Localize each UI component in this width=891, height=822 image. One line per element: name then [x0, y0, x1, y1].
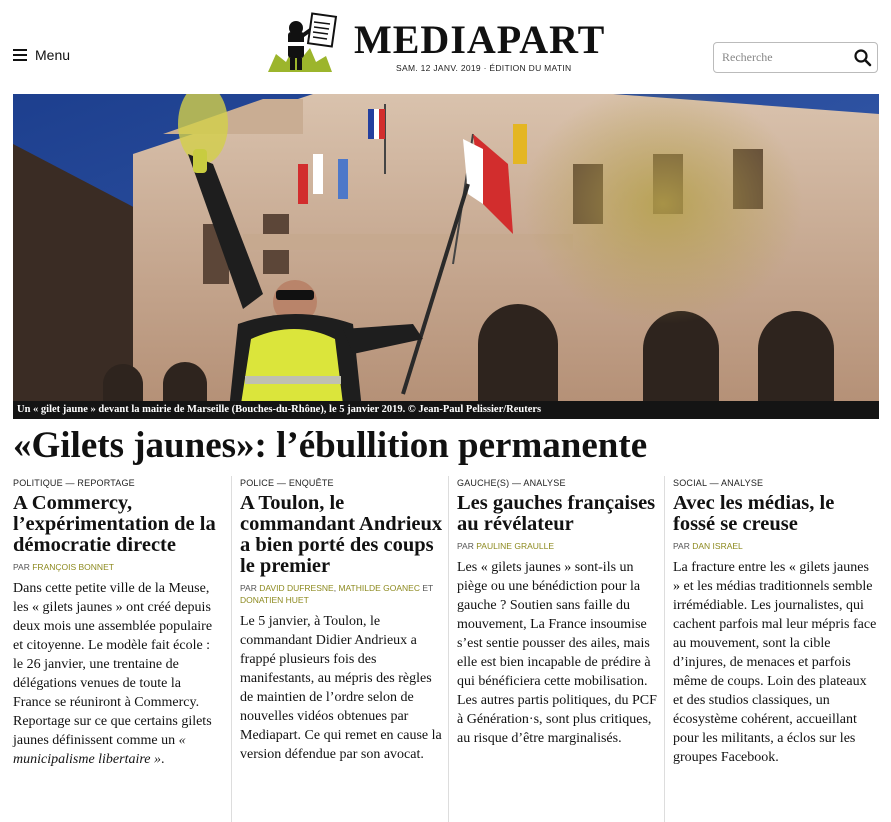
author-link[interactable]: DAN ISRAEL [692, 541, 743, 551]
byline-par: PAR [673, 541, 690, 551]
article-column: GAUCHE(S) — ANALYSE Les gauches français… [448, 476, 664, 822]
article-rubric[interactable]: GAUCHE(S) — ANALYSE [457, 476, 664, 490]
summary-end: . [161, 752, 165, 767]
search-input[interactable] [714, 43, 844, 72]
logo-wordmark: MEDIAPART [354, 17, 606, 62]
article-column: POLITIQUE — REPORTAGE A Commercy, l’expé… [13, 476, 222, 822]
article-rubric[interactable]: POLITIQUE — REPORTAGE [13, 476, 222, 490]
summary-text: Dans cette petite ville de la Meuse, les… [13, 581, 213, 748]
hero-photo-illustration [13, 94, 879, 419]
article-byline: PAR DAVID DUFRESNE, MATHILDE GOANEC ET D… [240, 582, 448, 606]
article-title[interactable]: A Toulon, le commandant Andrieux a bien … [240, 493, 448, 577]
article-column: POLICE — ENQUÊTE A Toulon, le commandant… [231, 476, 448, 822]
author-link[interactable]: DAVID DUFRESNE [259, 583, 333, 593]
article-rubric[interactable]: SOCIAL — ANALYSE [673, 476, 879, 490]
hero-caption: Un « gilet jaune » devant la mairie de M… [13, 401, 879, 419]
article-column: SOCIAL — ANALYSE Avec les médias, le fos… [664, 476, 879, 822]
article-byline: PAR DAN ISRAEL [673, 540, 879, 552]
author-link[interactable]: PAULINE GRAULLE [476, 541, 554, 551]
menu-button[interactable]: Menu [13, 47, 70, 63]
hamburger-icon [13, 49, 27, 61]
search-box [713, 42, 878, 73]
logo-crier-icon [268, 12, 338, 72]
menu-label: Menu [35, 47, 71, 63]
byline-par: PAR [240, 583, 257, 593]
site-header: Menu MEDIAPART SAM. 12 JANV. 2019 · ÉDIT… [0, 0, 891, 92]
article-byline: PAR FRANÇOIS BONNET [13, 561, 222, 573]
author-separator: ET [419, 583, 434, 593]
hero-photo[interactable]: Un « gilet jaune » devant la mairie de M… [13, 94, 879, 419]
edition-date: SAM. 12 JANV. 2019 · ÉDITION DU MATIN [396, 63, 572, 73]
article-title[interactable]: A Commercy, l’expérimentation de la démo… [13, 493, 222, 556]
article-byline: PAR PAULINE GRAULLE [457, 540, 664, 552]
author-link[interactable]: MATHILDE GOANEC [338, 583, 420, 593]
search-icon[interactable] [853, 48, 873, 68]
main-headline[interactable]: «Gilets jaunes»: l’ébullition permanente [13, 424, 647, 468]
mediapart-logo[interactable]: MEDIAPART SAM. 12 JANV. 2019 · ÉDITION D… [266, 12, 626, 76]
byline-par: PAR [13, 562, 30, 572]
article-summary: Le 5 janvier, à Toulon, le commandant Di… [240, 614, 442, 762]
author-link[interactable]: FRANÇOIS BONNET [32, 562, 114, 572]
article-summary: La fracture entre les « gilets jaunes » … [673, 560, 877, 765]
author-link[interactable]: DONATIEN HUET [240, 595, 309, 605]
article-title[interactable]: Les gauches françaises au révélateur [457, 493, 664, 535]
article-rubric[interactable]: POLICE — ENQUÊTE [240, 476, 448, 490]
byline-par: PAR [457, 541, 474, 551]
article-summary: Dans cette petite ville de la Meuse, les… [13, 579, 222, 769]
article-title[interactable]: Avec les médias, le fossé se creuse [673, 493, 879, 535]
article-summary: Les « gilets jaunes » sont-ils un piège … [457, 560, 657, 746]
